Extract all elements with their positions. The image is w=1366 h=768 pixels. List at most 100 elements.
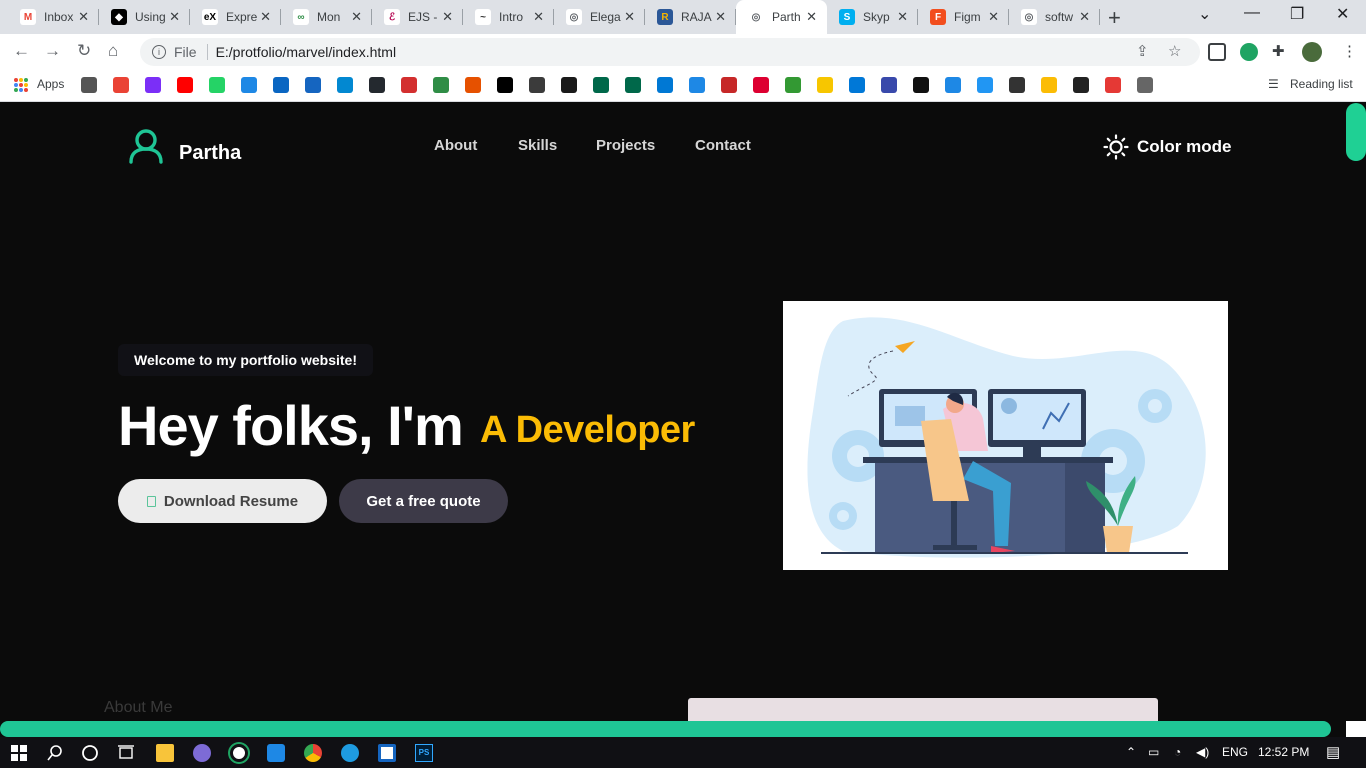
bookmark-favicon-icon[interactable] [241, 77, 257, 93]
minimize-button[interactable]: — [1244, 4, 1260, 22]
bookmark-favicon-icon[interactable] [785, 77, 801, 93]
volume-icon[interactable]: ◀) [1196, 745, 1209, 759]
bookmark-favicon-icon[interactable] [913, 77, 929, 93]
tab-close-icon[interactable]: ✕ [351, 9, 362, 25]
browser-tab[interactable]: ~ Intro ✕ [463, 0, 554, 34]
bookmark-favicon-icon[interactable] [817, 77, 833, 93]
tab-close-icon[interactable]: ✕ [260, 9, 271, 25]
browser-tab[interactable]: eX Expre ✕ [190, 0, 281, 34]
bookmark-favicon-icon[interactable] [177, 77, 193, 93]
extension-d-icon[interactable] [1240, 43, 1258, 61]
tab-close-icon[interactable]: ✕ [78, 9, 89, 25]
browser-tab[interactable]: ◎ softw ✕ [1009, 0, 1100, 34]
tab-close-icon[interactable]: ✕ [1079, 9, 1090, 25]
bookmark-favicon-icon[interactable] [657, 77, 673, 93]
notification-icon[interactable]: ▤ [1326, 743, 1340, 761]
scrollbar-thumb[interactable] [1346, 103, 1366, 161]
color-mode-toggle[interactable]: Color mode [1103, 134, 1231, 160]
bookmark-favicon-icon[interactable] [1009, 77, 1025, 93]
task-view-icon[interactable] [117, 744, 135, 762]
photoshop-icon[interactable]: PS [415, 744, 433, 762]
bookmark-star-icon[interactable]: ☆ [1168, 42, 1181, 60]
bookmark-favicon-icon[interactable] [945, 77, 961, 93]
share-icon[interactable]: ⇪ [1136, 42, 1149, 60]
tab-search-icon[interactable]: ⌄ [1198, 4, 1211, 24]
bookmark-favicon-icon[interactable] [849, 77, 865, 93]
nav-contact[interactable]: Contact [695, 137, 751, 154]
tab-close-icon[interactable]: ✕ [988, 9, 999, 25]
tray-chevron-icon[interactable]: ⌃ [1126, 745, 1136, 759]
site-info-icon[interactable]: i [152, 45, 166, 59]
writer-icon[interactable] [378, 744, 396, 762]
bookmark-favicon-icon[interactable] [881, 77, 897, 93]
address-bar[interactable]: i File E:/protfolio/marvel/index.html [140, 38, 1200, 66]
nav-about[interactable]: About [434, 137, 477, 154]
apps-grid-icon[interactable] [14, 78, 28, 92]
tab-close-icon[interactable]: ✕ [169, 9, 180, 25]
tab-close-icon[interactable]: ✕ [715, 9, 726, 25]
free-quote-button[interactable]: Get a free quote [339, 479, 508, 523]
new-tab-button[interactable]: + [1108, 5, 1121, 31]
bookmark-favicon-icon[interactable] [529, 77, 545, 93]
bookmark-favicon-icon[interactable] [209, 77, 225, 93]
windows-start-icon[interactable] [10, 744, 28, 762]
language-indicator[interactable]: ENG [1222, 745, 1248, 759]
file-explorer-icon[interactable] [156, 744, 174, 762]
extensions-puzzle-icon[interactable]: ✚ [1272, 42, 1285, 60]
restore-button[interactable]: ❐ [1290, 4, 1304, 24]
download-resume-button[interactable]: Download Resume [118, 479, 327, 523]
bookmark-favicon-icon[interactable] [145, 77, 161, 93]
browser-tab[interactable]: ℰ EJS - ✕ [372, 0, 463, 34]
bookmark-favicon-icon[interactable] [113, 77, 129, 93]
bookmark-favicon-icon[interactable] [1137, 77, 1153, 93]
bookmark-favicon-icon[interactable] [593, 77, 609, 93]
clock[interactable]: 12:52 PM [1258, 745, 1309, 759]
app-orb-icon[interactable] [193, 744, 211, 762]
brand-name[interactable]: Partha [179, 142, 241, 165]
bookmark-favicon-icon[interactable] [625, 77, 641, 93]
back-button[interactable]: ← [13, 41, 30, 61]
bookmark-favicon-icon[interactable] [305, 77, 321, 93]
bookmark-favicon-icon[interactable] [497, 77, 513, 93]
browser-tab[interactable]: R RAJA ✕ [645, 0, 736, 34]
reading-list-icon[interactable]: ☰ [1268, 77, 1279, 91]
browser-tab[interactable]: S Skyp ✕ [827, 0, 918, 34]
tab-close-icon[interactable]: ✕ [624, 9, 635, 25]
vscode-icon[interactable] [267, 744, 285, 762]
nav-projects[interactable]: Projects [596, 137, 655, 154]
tab-close-icon[interactable]: ✕ [442, 9, 453, 25]
bookmark-favicon-icon[interactable] [561, 77, 577, 93]
bookmark-favicon-icon[interactable] [433, 77, 449, 93]
bookmark-favicon-icon[interactable] [337, 77, 353, 93]
bookmark-favicon-icon[interactable] [465, 77, 481, 93]
browser-tab[interactable]: ∞ Mon ✕ [281, 0, 372, 34]
bookmark-favicon-icon[interactable] [1041, 77, 1057, 93]
home-button[interactable]: ⌂ [108, 41, 118, 61]
close-window-button[interactable]: ✕ [1336, 4, 1349, 24]
bookmark-favicon-icon[interactable] [1073, 77, 1089, 93]
forward-button[interactable]: → [44, 41, 61, 61]
apps-label[interactable]: Apps [37, 77, 64, 91]
reading-list-label[interactable]: Reading list [1290, 77, 1353, 91]
battery-icon[interactable]: ▭ [1148, 745, 1159, 759]
reload-button[interactable]: ↻ [77, 41, 91, 61]
chrome-icon[interactable] [304, 744, 322, 762]
browser-tab[interactable]: M Inbox ✕ [8, 0, 99, 34]
edge-icon[interactable] [341, 744, 359, 762]
browser-tab[interactable]: ◆ Using ✕ [99, 0, 190, 34]
nav-skills[interactable]: Skills [518, 137, 557, 154]
bookmark-favicon-icon[interactable] [369, 77, 385, 93]
bookmark-favicon-icon[interactable] [81, 77, 97, 93]
tab-close-icon[interactable]: ✕ [806, 9, 817, 25]
bookmark-favicon-icon[interactable] [977, 77, 993, 93]
tab-close-icon[interactable]: ✕ [533, 9, 544, 25]
menu-kebab-icon[interactable]: ⋮ [1342, 42, 1357, 60]
cortana-icon[interactable] [81, 744, 99, 762]
bookmark-favicon-icon[interactable] [401, 77, 417, 93]
profile-avatar[interactable] [1302, 42, 1322, 62]
bookmark-favicon-icon[interactable] [721, 77, 737, 93]
bookmark-favicon-icon[interactable] [1105, 77, 1121, 93]
bookmark-favicon-icon[interactable] [753, 77, 769, 93]
bookmark-favicon-icon[interactable] [689, 77, 705, 93]
browser-tab[interactable]: ◎ Elega ✕ [554, 0, 645, 34]
